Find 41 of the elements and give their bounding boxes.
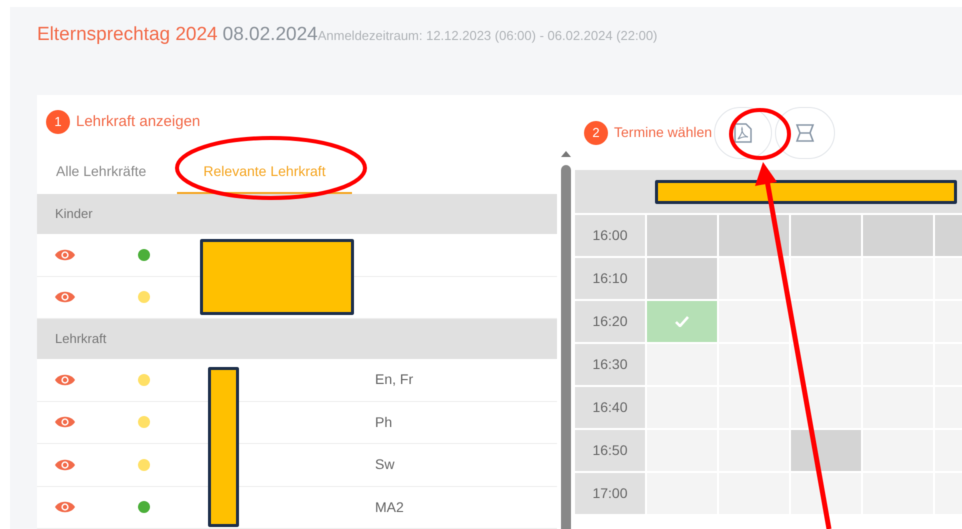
eye-icon[interactable]	[54, 415, 76, 430]
check-icon	[675, 316, 689, 327]
pdf-icon	[734, 122, 752, 142]
section-heading: Lehrkraft anzeigen	[76, 112, 200, 132]
slot-cell[interactable]	[719, 258, 789, 299]
highlight-circle	[729, 108, 791, 160]
time-cell: 16:10	[575, 258, 645, 299]
slot-cell[interactable]	[791, 258, 861, 299]
time-cell: 17:00	[575, 473, 645, 514]
layout-button[interactable]	[775, 106, 836, 158]
group-title: Lehrkraft	[55, 330, 106, 348]
slot-cell[interactable]	[791, 387, 861, 428]
group-title: Kinder	[55, 205, 93, 224]
scroll-up-icon[interactable]	[561, 151, 571, 157]
eye-icon[interactable]	[54, 500, 76, 514]
step-badge: 2	[584, 120, 608, 144]
eye-icon[interactable]	[54, 248, 76, 262]
slot-cell[interactable]	[719, 301, 789, 342]
time-cell: 16:20	[575, 301, 645, 342]
slot-cell[interactable]	[791, 473, 861, 514]
subject-text: MA2	[375, 498, 404, 517]
section-heading: Termine wählen	[614, 123, 712, 142]
subject-text: En, Fr	[375, 370, 414, 390]
eye-icon[interactable]	[54, 372, 76, 387]
event-date: 08.02.2024	[222, 23, 318, 47]
page-title: Elternsprechtag 2024	[37, 23, 218, 47]
time-cell: 16:00	[575, 215, 645, 256]
registration-period: Anmeldezeitraum: 12.12.2023 (06:00) - 06.02.2024 (22:00)	[318, 27, 658, 45]
time-cell: 16:30	[575, 344, 645, 385]
step-badge: 1	[46, 110, 70, 134]
time-cell: 16:50	[575, 430, 645, 471]
tab[interactable]: Alle Lehrkräfte	[46, 147, 177, 194]
slot-cell[interactable]	[791, 344, 861, 385]
slot-cell[interactable]	[791, 301, 861, 342]
scrollbar-thumb[interactable]	[561, 165, 571, 529]
eye-icon[interactable]	[54, 290, 76, 304]
layout-icon	[795, 122, 816, 142]
eye-icon[interactable]	[54, 458, 76, 472]
time-cell: 16:40	[575, 387, 645, 428]
subject-text: Sw	[375, 455, 394, 474]
subject-text: Ph	[375, 412, 392, 432]
